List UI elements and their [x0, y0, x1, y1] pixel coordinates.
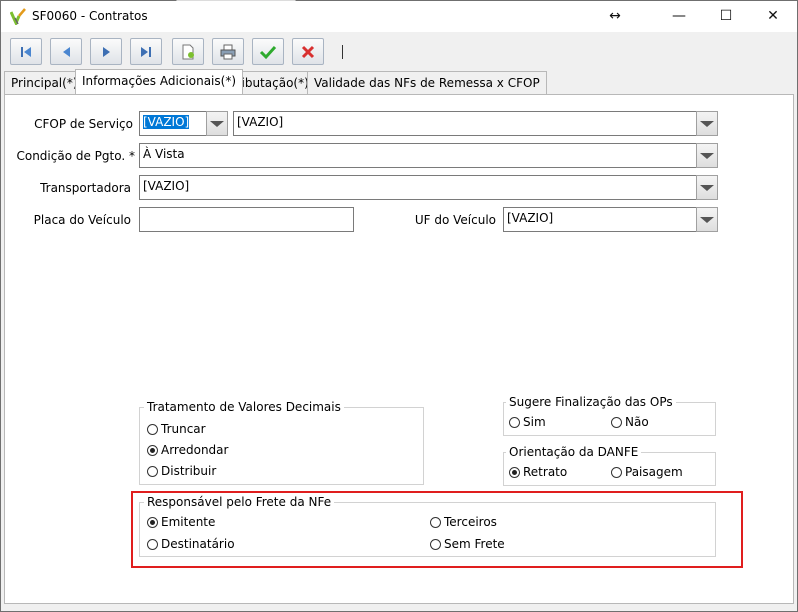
- cfop-label: CFOP de Serviço: [34, 117, 133, 131]
- close-button[interactable]: ✕: [750, 1, 796, 31]
- radio-label: Truncar: [161, 422, 206, 436]
- chevron-down-icon: [210, 120, 224, 127]
- radio-circle: [611, 416, 622, 428]
- chevron-down-icon: [700, 184, 714, 191]
- vehicle-uf-dropdown[interactable]: [696, 207, 718, 232]
- print-icon: [220, 44, 236, 59]
- danfe-option-paisagem[interactable]: Paisagem: [611, 465, 683, 479]
- carrier-dropdown[interactable]: [696, 175, 718, 200]
- next-icon: [103, 46, 110, 57]
- minimize-button[interactable]: —: [656, 1, 702, 31]
- app-icon: [9, 8, 27, 27]
- cfop-description-dropdown[interactable]: [696, 111, 718, 136]
- cancel-button[interactable]: [292, 38, 324, 65]
- radio-circle: [611, 466, 622, 478]
- radio-label: Arredondar: [161, 443, 229, 457]
- decimal-option-truncar[interactable]: Truncar: [147, 422, 206, 436]
- confirm-button[interactable]: [252, 38, 284, 65]
- new-document-icon: [182, 44, 194, 59]
- highlight-annotation: [131, 491, 743, 568]
- tab-informacoes-adicionais[interactable]: Informações Adicionais(*): [75, 69, 243, 94]
- finalize-option-nao[interactable]: Não: [611, 415, 649, 429]
- skip-first-icon: [21, 46, 31, 57]
- radio-label: Não: [625, 415, 649, 429]
- cfop-code-field[interactable]: [VAZIO]: [139, 111, 207, 136]
- checkmark-icon: [259, 45, 277, 59]
- chevron-down-icon: [700, 120, 714, 127]
- carrier-field[interactable]: [VAZIO]: [139, 175, 697, 200]
- cross-icon: [301, 45, 315, 58]
- vehicle-uf-label: UF do Veículo: [414, 213, 496, 227]
- danfe-orientation-title: Orientação da DANFE: [506, 445, 642, 459]
- radio-label: Retrato: [523, 465, 568, 479]
- vehicle-uf-field[interactable]: [VAZIO]: [503, 207, 697, 232]
- finalize-ops-title: Sugere Finalização das OPs: [506, 395, 676, 409]
- cfop-code-dropdown[interactable]: [206, 111, 228, 136]
- decimal-option-arredondar[interactable]: Arredondar: [147, 443, 228, 457]
- decimal-treatment-title: Tratamento de Valores Decimais: [144, 400, 344, 414]
- vehicle-plate-label: Placa do Veículo: [33, 213, 131, 227]
- radio-label: Sim: [523, 415, 546, 429]
- window-title: SF0060 - Contratos: [32, 9, 148, 23]
- radio-circle: [147, 423, 158, 435]
- toolbar-separator: [342, 45, 343, 59]
- radio-circle: [509, 466, 520, 478]
- payment-condition-dropdown[interactable]: [696, 143, 718, 168]
- previous-record-button[interactable]: [50, 38, 82, 65]
- danfe-option-retrato[interactable]: Retrato: [509, 465, 567, 479]
- resize-icon[interactable]: ↔: [592, 1, 638, 31]
- payment-condition-field[interactable]: À Vista: [139, 143, 697, 168]
- last-record-button[interactable]: [130, 38, 162, 65]
- cfop-description-field[interactable]: [VAZIO]: [233, 111, 697, 136]
- new-document-button[interactable]: [172, 38, 204, 65]
- radio-circle: [509, 416, 520, 428]
- tab-principal[interactable]: Principal(*): [4, 71, 85, 94]
- tab-validade-nfs[interactable]: Validade das NFs de Remessa x CFOP: [307, 71, 547, 94]
- decimal-option-distribuir[interactable]: Distribuir: [147, 464, 216, 478]
- radio-label: Distribuir: [161, 464, 217, 478]
- finalize-option-sim[interactable]: Sim: [509, 415, 546, 429]
- radio-label: Paisagem: [625, 465, 683, 479]
- chevron-down-icon: [700, 152, 714, 159]
- first-record-button[interactable]: [10, 38, 42, 65]
- radio-circle: [147, 444, 158, 456]
- next-record-button[interactable]: [90, 38, 122, 65]
- previous-icon: [63, 46, 70, 57]
- carrier-label: Transportadora: [40, 181, 131, 195]
- print-button[interactable]: [212, 38, 244, 65]
- maximize-button[interactable]: ☐: [703, 1, 749, 31]
- chevron-down-icon: [700, 216, 714, 223]
- vehicle-plate-field[interactable]: [139, 207, 354, 232]
- skip-last-icon: [141, 46, 151, 57]
- payment-condition-label: Condição de Pgto. *: [16, 149, 135, 163]
- radio-circle: [147, 465, 158, 477]
